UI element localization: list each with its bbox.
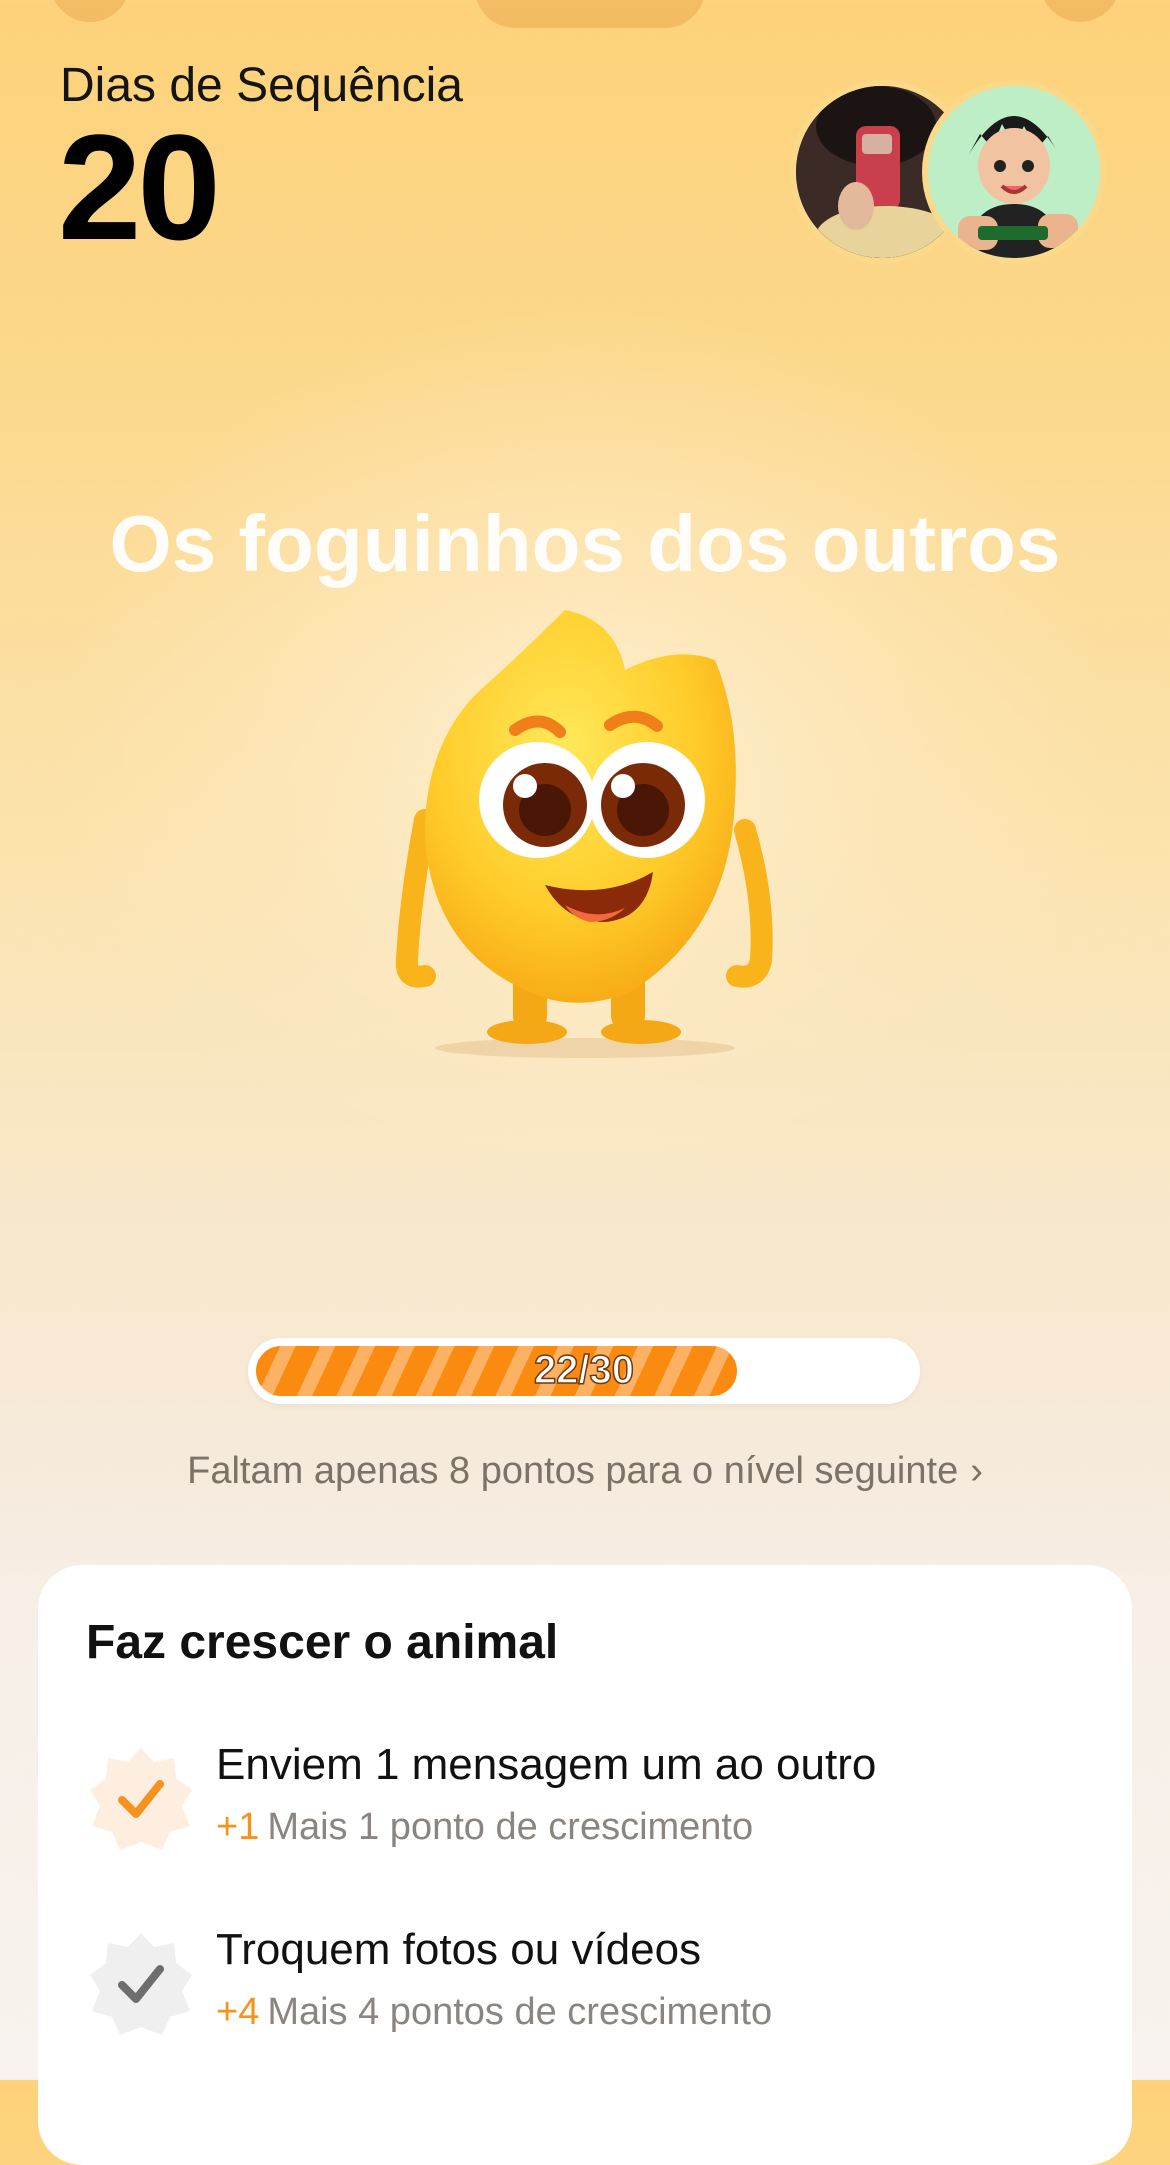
task-description: Mais 1 ponto de crescimento xyxy=(267,1806,754,1848)
task-points: +4 xyxy=(216,1991,260,2033)
task-item[interactable]: Troquem fotos ou vídeos +4 Mais 4 pontos … xyxy=(86,1915,1086,2055)
task-points: +1 xyxy=(216,1806,260,1848)
streak-count: 20 xyxy=(58,103,221,271)
progress-bar: 22/30 xyxy=(248,1338,920,1404)
next-level-text: Faltam apenas 8 pontos para o nível segu… xyxy=(187,1450,959,1492)
task-item[interactable]: Enviem 1 mensagem um ao outro +1 Mais 1 p… xyxy=(86,1730,1086,1870)
avatar-character-icon xyxy=(928,86,1100,258)
fire-mascot-icon[interactable] xyxy=(385,600,785,1060)
next-level-link[interactable]: Faltam apenas 8 pontos para o nível segu… xyxy=(0,1450,1170,1493)
card-title: Faz crescer o animal xyxy=(86,1616,559,1669)
top-pill-button[interactable] xyxy=(475,0,705,28)
pending-check-badge-icon xyxy=(90,1933,192,2035)
more-button[interactable] xyxy=(1040,0,1120,22)
grow-animal-card: Faz crescer o animal Enviem 1 mensagem u… xyxy=(38,1565,1132,2165)
task-description: Mais 4 pontos de crescimento xyxy=(267,1991,773,2033)
task-subtitle: +4 Mais 4 pontos de crescimento xyxy=(216,1991,772,2034)
task-subtitle: +1 Mais 1 ponto de crescimento xyxy=(216,1806,753,1849)
headline: Os foguinhos dos outros xyxy=(109,499,1061,588)
task-title: Troquem fotos ou vídeos xyxy=(216,1925,702,1974)
task-title: Enviem 1 mensagem um ao outro xyxy=(216,1740,877,1789)
chevron-right-icon: › xyxy=(970,1450,983,1492)
completed-check-badge-icon xyxy=(90,1748,192,1850)
progress-label: 22/30 xyxy=(533,1347,635,1393)
avatar-friend[interactable] xyxy=(922,80,1106,264)
back-button[interactable] xyxy=(50,0,130,22)
